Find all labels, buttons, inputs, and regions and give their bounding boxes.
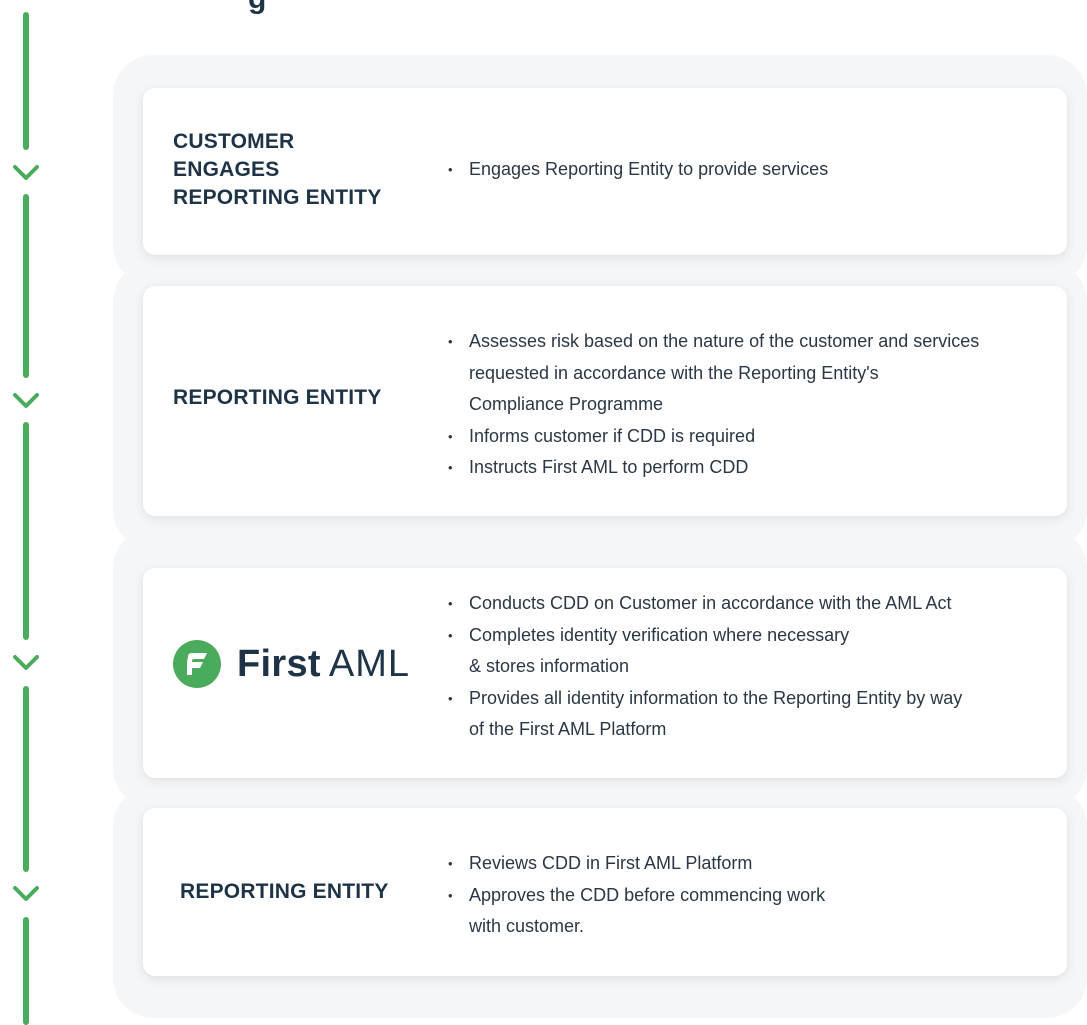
bullet-text: of the First AML Platform bbox=[469, 719, 667, 739]
step-bullet-list: Engages Reporting Entity to provide serv… bbox=[448, 154, 828, 186]
bullet-item: Assesses risk based on the nature of the… bbox=[448, 326, 979, 358]
bullet-text: Instructs First AML to perform CDD bbox=[469, 457, 749, 477]
step-title: REPORTING ENTITY bbox=[180, 880, 389, 903]
bullet-item: Provides all identity information to the… bbox=[448, 683, 962, 715]
logo-word-aml: AML bbox=[328, 642, 410, 685]
bullet-continuation: of the First AML Platform bbox=[448, 714, 962, 746]
timeline-segment bbox=[23, 422, 29, 640]
bullet-text: with customer. bbox=[469, 916, 585, 936]
timeline bbox=[0, 0, 60, 1025]
bullet-continuation: Compliance Programme bbox=[448, 389, 979, 421]
timeline-segment bbox=[23, 686, 29, 872]
step-bullet-list: Conducts CDD on Customer in accordance w… bbox=[448, 588, 962, 746]
chevron-down-icon bbox=[13, 393, 39, 408]
page-heading-partial: g bbox=[248, 0, 266, 16]
step-card-reporting-entity-assess: REPORTING ENTITY Assesses risk based on … bbox=[143, 286, 1067, 516]
timeline-segment bbox=[23, 194, 29, 378]
bullet-item: Informs customer if CDD is required bbox=[448, 421, 979, 453]
bullet-text: & stores information bbox=[469, 656, 630, 676]
step-card-first-aml: First AML Conducts CDD on Customer in ac… bbox=[143, 568, 1067, 778]
chevron-down-icon bbox=[13, 886, 39, 901]
bullet-item: Reviews CDD in First AML Platform bbox=[448, 848, 825, 880]
step-title-line: CUSTOMER bbox=[173, 130, 295, 153]
bullet-text: Conducts CDD on Customer in accordance w… bbox=[469, 593, 952, 613]
step-card-reporting-entity-approve: REPORTING ENTITY Reviews CDD in First AM… bbox=[143, 808, 1067, 976]
first-aml-logo: First AML bbox=[173, 640, 410, 688]
process-diagram: g CUSTOMER ENGAGES REPORTING ENTITY bbox=[0, 0, 1087, 1025]
bullet-item: Engages Reporting Entity to provide serv… bbox=[448, 154, 828, 186]
bullet-text: Informs customer if CDD is required bbox=[469, 425, 756, 446]
bullet-continuation: with customer. bbox=[448, 911, 825, 943]
chevron-down-icon bbox=[13, 165, 39, 180]
bullet-text: Provides all identity information to the… bbox=[469, 687, 963, 708]
bullet-item: Completes identity verification where ne… bbox=[448, 620, 962, 652]
step-bullet-list: Assesses risk based on the nature of the… bbox=[448, 326, 979, 484]
bullet-item: Instructs First AML to perform CDD bbox=[448, 452, 979, 484]
bullet-text: Compliance Programme bbox=[469, 394, 664, 414]
bullet-text: Completes identity verification where ne… bbox=[469, 624, 850, 645]
step-card-customer-engages: CUSTOMER ENGAGES REPORTING ENTITY Engage… bbox=[143, 88, 1067, 255]
step-title: CUSTOMER ENGAGES REPORTING ENTITY bbox=[173, 128, 382, 212]
bullet-item: Approves the CDD before commencing work bbox=[448, 880, 825, 912]
step-title-line: REPORTING ENTITY bbox=[173, 186, 382, 209]
step-title-line: ENGAGES bbox=[173, 158, 280, 181]
step-bullet-list: Reviews CDD in First AML Platform Approv… bbox=[448, 848, 825, 943]
bullet-text: Assesses risk based on the nature of the… bbox=[469, 331, 980, 351]
bullet-text: Reviews CDD in First AML Platform bbox=[469, 853, 753, 873]
timeline-segment bbox=[23, 12, 29, 150]
bullet-text: Approves the CDD before commencing work bbox=[469, 884, 826, 905]
bullet-continuation: requested in accordance with the Reporti… bbox=[448, 358, 979, 390]
first-aml-logo-icon bbox=[173, 640, 221, 688]
logo-word-first: First bbox=[237, 642, 321, 685]
bullet-text: requested in accordance with the Reporti… bbox=[469, 362, 879, 383]
timeline-segment bbox=[23, 917, 29, 1025]
bullet-continuation: & stores information bbox=[448, 651, 962, 683]
bullet-item: Conducts CDD on Customer in accordance w… bbox=[448, 588, 962, 620]
chevron-down-icon bbox=[13, 655, 39, 670]
step-title: REPORTING ENTITY bbox=[173, 386, 382, 409]
